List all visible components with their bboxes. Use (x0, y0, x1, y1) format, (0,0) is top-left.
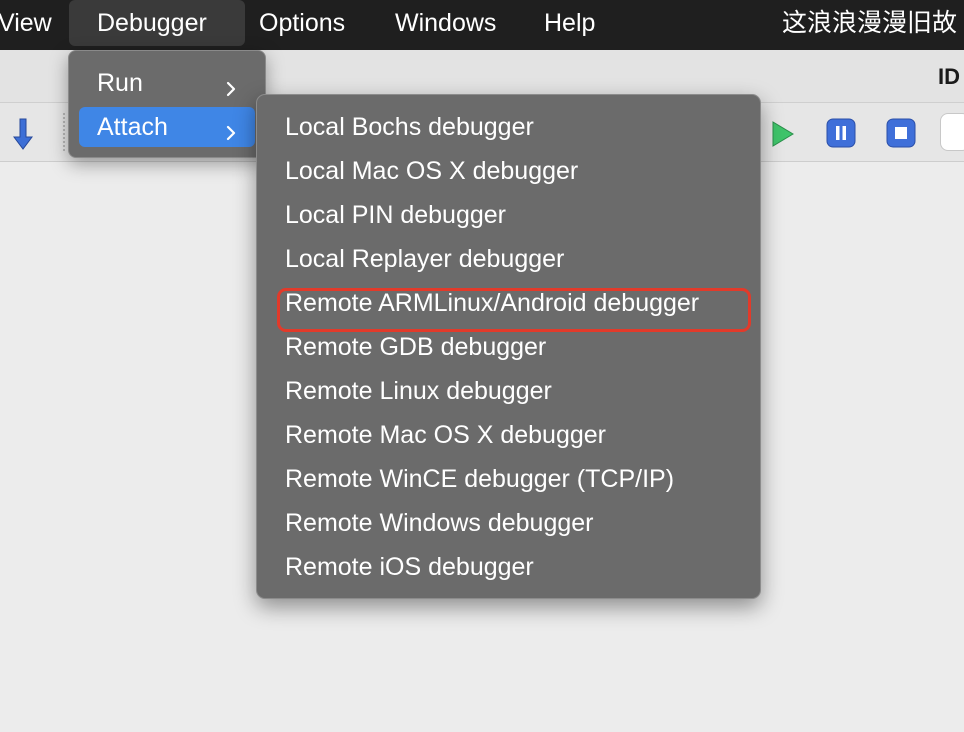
menu-view[interactable]: View (0, 8, 52, 38)
pause-icon[interactable] (826, 118, 856, 153)
submenu-item-remote-armlinux-android[interactable]: Remote ARMLinux/Android debugger (285, 285, 699, 321)
debugger-select-field[interactable] (940, 113, 964, 151)
menu-item-attach[interactable]: Attach (79, 107, 255, 147)
play-icon[interactable] (770, 120, 796, 153)
submenu-item-local-macos[interactable]: Local Mac OS X debugger (285, 153, 578, 189)
submenu-item-remote-gdb[interactable]: Remote GDB debugger (285, 329, 546, 365)
step-down-icon[interactable] (10, 117, 40, 156)
menu-item-label: Attach (97, 113, 168, 141)
menu-item-run[interactable]: Run (79, 63, 255, 103)
menu-windows[interactable]: Windows (395, 8, 496, 38)
menu-help[interactable]: Help (544, 8, 595, 38)
stop-icon[interactable] (886, 118, 916, 153)
menu-item-label: Run (97, 69, 143, 97)
submenu-item-local-replayer[interactable]: Local Replayer debugger (285, 241, 564, 277)
submenu-item-remote-linux[interactable]: Remote Linux debugger (285, 373, 552, 409)
chevron-right-icon (223, 75, 239, 97)
submenu-item-local-pin[interactable]: Local PIN debugger (285, 197, 506, 233)
submenu-item-remote-wince[interactable]: Remote WinCE debugger (TCP/IP) (285, 461, 674, 497)
attach-submenu: Local Bochs debugger Local Mac OS X debu… (256, 94, 761, 599)
menu-options[interactable]: Options (259, 8, 345, 38)
menu-debugger[interactable]: Debugger (97, 8, 207, 38)
submenu-item-local-bochs[interactable]: Local Bochs debugger (285, 109, 534, 145)
submenu-item-remote-ios[interactable]: Remote iOS debugger (285, 549, 534, 585)
app-title-fragment: ID (938, 64, 960, 89)
chevron-right-icon (223, 119, 239, 141)
toolbar-separator (62, 113, 66, 158)
submenu-item-remote-windows[interactable]: Remote Windows debugger (285, 505, 594, 541)
window-title: 这浪浪漫漫旧故 (782, 9, 958, 37)
submenu-item-remote-macos[interactable]: Remote Mac OS X debugger (285, 417, 606, 453)
debugger-menu: Run Attach (68, 50, 266, 158)
menu-bar: View Debugger Options Windows Help 这浪浪漫漫… (0, 0, 964, 50)
